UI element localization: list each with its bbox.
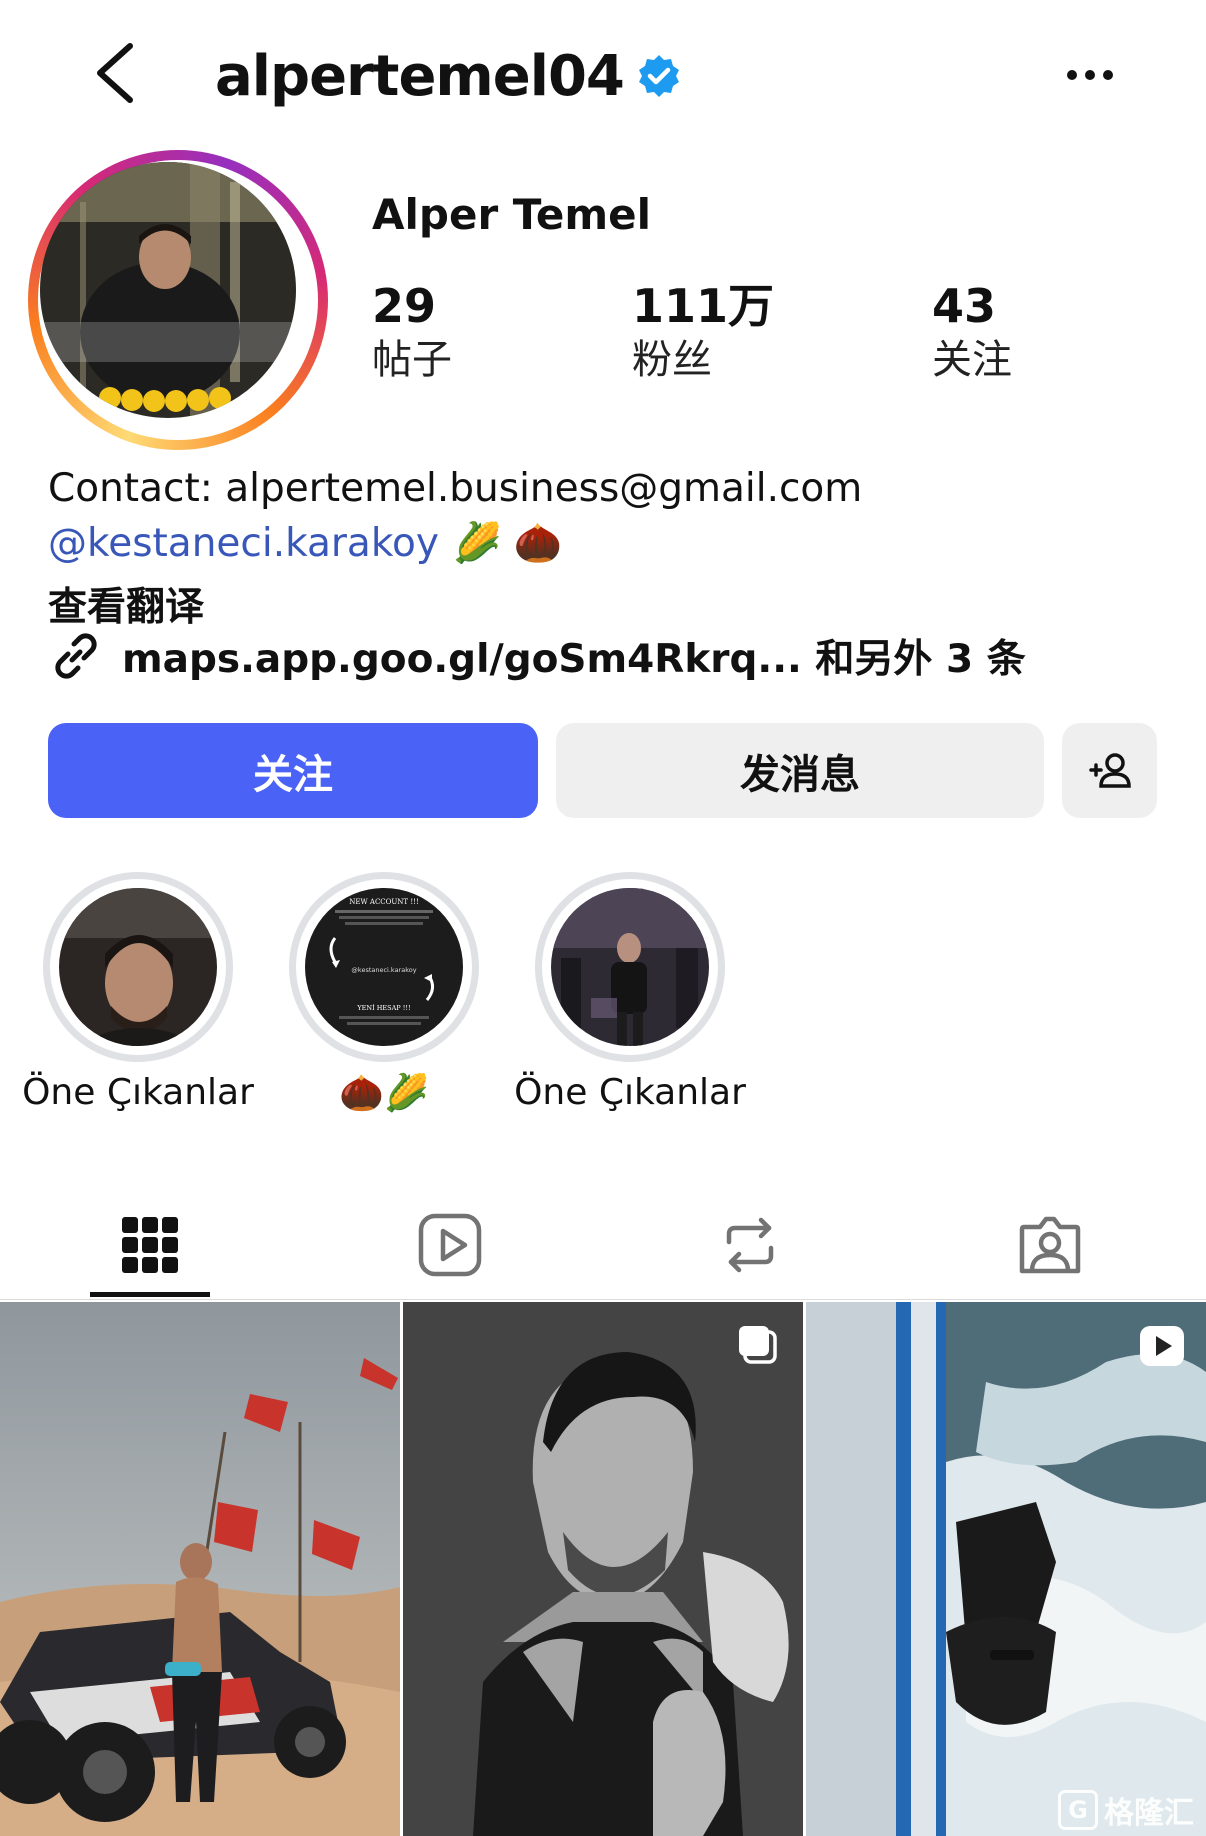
avatar bbox=[40, 162, 296, 418]
mention-link[interactable]: @kestaneci.karakoy bbox=[48, 521, 439, 566]
header-title: alpertemel04 bbox=[215, 36, 682, 116]
bio-contact: Contact: alpertemel.business@gmail.com bbox=[48, 466, 863, 511]
highlight-cover-handle: @kestaneci.karakoy bbox=[351, 966, 416, 974]
watermark-logo: G bbox=[1058, 1790, 1098, 1830]
stat-label: 帖子 bbox=[372, 337, 452, 383]
message-button[interactable]: 发消息 bbox=[556, 723, 1044, 818]
bio-link[interactable]: maps.app.goo.gl/goSm4Rkrq... 和另外 3 条 bbox=[48, 628, 1026, 684]
highlight-cover-subtitle: YENİ HESAP !!! bbox=[356, 1003, 410, 1012]
username: alpertemel04 bbox=[215, 43, 625, 109]
carousel-icon bbox=[739, 1326, 777, 1364]
avatar-story-ring[interactable] bbox=[28, 150, 328, 450]
grid-icon bbox=[122, 1217, 178, 1273]
active-tab-indicator bbox=[90, 1292, 210, 1297]
stat-posts[interactable]: 29 帖子 bbox=[372, 278, 452, 386]
post-thumbnail[interactable]: G 格隆汇 bbox=[806, 1302, 1206, 1836]
reposts-icon bbox=[726, 1217, 774, 1273]
highlight-item[interactable]: Öne Çıkanlar bbox=[510, 872, 750, 1113]
stat-label: 粉丝 bbox=[632, 337, 712, 383]
post-thumbnail[interactable] bbox=[403, 1302, 803, 1836]
follow-button[interactable]: 关注 bbox=[48, 723, 538, 818]
bio-emojis: 🌽 🌰 bbox=[452, 521, 563, 566]
stat-value: 29 bbox=[372, 279, 437, 333]
add-user-icon bbox=[1088, 752, 1131, 788]
chevron-left-icon bbox=[97, 43, 133, 103]
highlight-label: Öne Çıkanlar bbox=[514, 1072, 746, 1113]
highlight-label: 🌰🌽 bbox=[339, 1073, 429, 1114]
stat-followers[interactable]: 111万 粉丝 bbox=[632, 278, 774, 386]
watermark-text: 格隆汇 bbox=[1104, 1796, 1194, 1831]
tagged-icon bbox=[1019, 1216, 1081, 1274]
divider bbox=[0, 1299, 1206, 1300]
stat-label: 关注 bbox=[932, 337, 1012, 383]
stat-following[interactable]: 43 关注 bbox=[932, 278, 1012, 386]
tab-reposts[interactable] bbox=[600, 1190, 900, 1300]
watermark: G 格隆汇 bbox=[1058, 1788, 1194, 1832]
highlight-item[interactable]: NEW ACCOUNT !!! @kestaneci.karakoy YENİ … bbox=[264, 872, 504, 1114]
bio-mention-row: @kestaneci.karakoy 🌽 🌰 bbox=[48, 520, 563, 567]
link-text: maps.app.goo.gl/goSm4Rkrq... 和另外 3 条 bbox=[122, 637, 1026, 682]
stat-value: 43 bbox=[932, 279, 997, 333]
stat-value: 111万 bbox=[632, 279, 775, 333]
highlight-cover bbox=[551, 888, 709, 1046]
tab-tagged[interactable] bbox=[900, 1190, 1200, 1300]
verified-badge-icon bbox=[638, 55, 679, 97]
see-translation-link[interactable]: 查看翻译 bbox=[48, 576, 204, 632]
more-options-button[interactable] bbox=[1060, 55, 1120, 95]
tab-posts-grid[interactable] bbox=[0, 1190, 300, 1300]
highlight-item[interactable]: Öne Çıkanlar bbox=[18, 872, 258, 1113]
post-thumbnail[interactable] bbox=[0, 1302, 400, 1836]
back-button[interactable] bbox=[88, 38, 148, 108]
link-icon bbox=[55, 633, 97, 679]
highlight-cover: NEW ACCOUNT !!! @kestaneci.karakoy YENİ … bbox=[305, 888, 463, 1046]
full-name: Alper Temel bbox=[372, 190, 651, 239]
reels-icon bbox=[418, 1213, 482, 1277]
suggest-users-button[interactable] bbox=[1062, 723, 1157, 818]
tab-reels[interactable] bbox=[300, 1190, 600, 1300]
reel-icon bbox=[1140, 1326, 1184, 1366]
highlight-cover-title: NEW ACCOUNT !!! bbox=[349, 898, 419, 906]
highlight-cover bbox=[59, 888, 217, 1046]
highlight-label: Öne Çıkanlar bbox=[22, 1072, 254, 1113]
more-horizontal-icon bbox=[1067, 70, 1113, 80]
